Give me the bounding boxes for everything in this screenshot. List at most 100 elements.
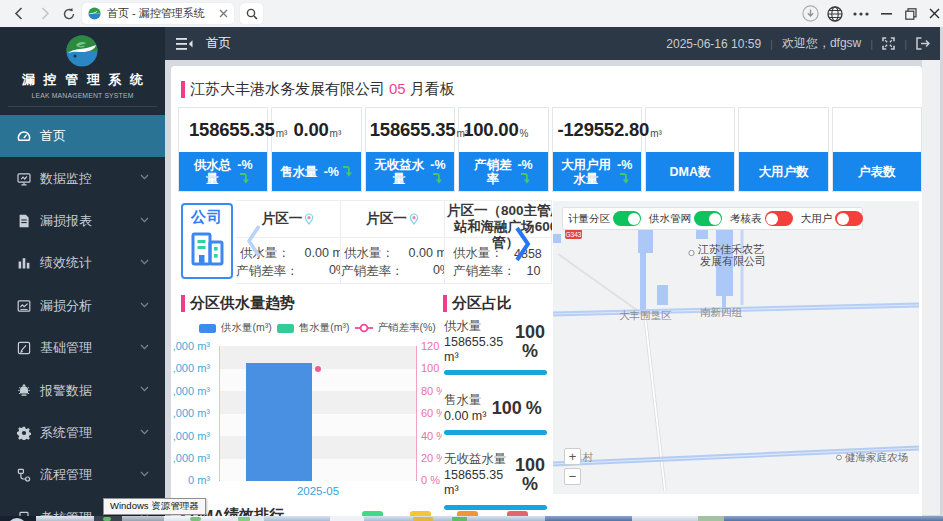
sidebar-item-1[interactable]: 数据监控	[0, 157, 165, 199]
company-selector[interactable]: 公司	[181, 203, 233, 279]
pie-item-3[interactable]: 无收益水量158655.35 m³100%	[444, 451, 547, 498]
legend-chip-sale[interactable]	[277, 324, 294, 333]
kpi-card-1[interactable]: 158655.35m³供水总 量-%	[178, 107, 268, 192]
pie-item-1[interactable]: 供水量158655.35 m³100%	[444, 318, 547, 365]
sidebar-item-4[interactable]: 漏损分析	[0, 285, 165, 327]
restore-icon[interactable]	[903, 0, 919, 27]
sidebar-item-3[interactable]: 绩效统计	[0, 242, 165, 284]
taskbar-button[interactable]	[330, 516, 364, 521]
pie-item-label: 供水量	[444, 318, 513, 335]
kpi-card-2[interactable]: 0.00m³售水量-%	[271, 107, 361, 192]
carousel-next-icon[interactable]	[514, 226, 531, 262]
pie-item-left: 售水量0.00 m³	[444, 392, 486, 424]
more-icon[interactable]	[851, 0, 871, 27]
sidebar-item-label: 绩效统计	[40, 254, 92, 272]
tab-home[interactable]: 首页	[206, 35, 231, 52]
sidebar-item-7[interactable]: 系统管理	[0, 412, 165, 454]
toggle-switch-off[interactable]	[835, 211, 863, 226]
sidebar-item-5[interactable]: 基础管理	[0, 327, 165, 369]
kpi-number: 100.00	[463, 119, 518, 141]
favicon	[88, 7, 101, 20]
layer-toggle-2: 供水管网	[649, 211, 722, 226]
map-label-area2: 南新四组	[700, 306, 743, 318]
kpi-card-4[interactable]: 100.00%产销差 率-%	[458, 107, 548, 192]
pie-item-percent: 100%	[513, 318, 547, 365]
kpi-card-5[interactable]: -129552.80m³大用户用 水量-%	[552, 107, 642, 192]
legend-label[interactable]: 供水量(m³)	[221, 321, 272, 335]
chevron-down-icon	[140, 259, 149, 265]
logout-icon[interactable]	[916, 37, 930, 50]
kpi-card-3[interactable]: 158655.35m³无收益水 量-%	[365, 107, 455, 192]
building-icon	[189, 228, 225, 268]
legend-label[interactable]: 售水量(m³)	[299, 321, 350, 335]
kpi-card-6[interactable]: DMA数	[645, 107, 735, 192]
region-panel-2[interactable]: 片区一 供水量：0.00 m³ 产销差率：0%	[340, 201, 444, 284]
zoom-in-button[interactable]: +	[564, 448, 581, 465]
browser-tab[interactable]: 首页 - 漏控管理系统	[82, 3, 234, 24]
fullscreen-icon[interactable]	[882, 37, 895, 50]
sidebar-item-8[interactable]: 流程管理	[0, 454, 165, 496]
map-pin-icon	[304, 213, 314, 225]
map-canvas: G343 江苏佳禾农艺 发展有限公司 大丰围垦区 南新四组 羊村 健海家庭农场	[553, 201, 919, 494]
toggle-switch-off[interactable]	[765, 211, 793, 226]
refresh-icon[interactable]	[60, 0, 78, 27]
toggle-label: 计量分区	[568, 212, 610, 226]
download-icon[interactable]	[801, 0, 819, 27]
switch-knob	[837, 213, 849, 225]
carousel-prev-icon[interactable]	[246, 224, 261, 258]
search-button[interactable]	[240, 3, 263, 24]
legend-line-marker[interactable]	[355, 323, 373, 333]
kpi-label: 售水量-%	[272, 152, 360, 191]
kpi-label: 大用户数	[739, 152, 827, 191]
pie-item-label: 售水量	[444, 392, 486, 409]
pie-item-value: 0.00 m³	[444, 409, 486, 424]
map-layer-toggles: 计量分区供水管网考核表大用户	[562, 207, 863, 230]
map[interactable]: G343 江苏佳禾农艺 发展有限公司 大丰围垦区 南新四组 羊村 健海家庭农场 …	[553, 201, 919, 494]
kpi-value: 100.00%	[459, 108, 547, 152]
edit-icon	[17, 341, 31, 355]
minimize-icon[interactable]	[878, 0, 894, 27]
windows-taskbar[interactable]	[0, 516, 943, 521]
taskbar-right-area[interactable]	[545, 516, 943, 521]
taskbar-icon	[103, 517, 111, 521]
taskbar-button[interactable]	[36, 516, 94, 521]
kpi-label-text: DMA数	[670, 165, 711, 179]
back-icon[interactable]	[10, 0, 26, 27]
pie-item-2[interactable]: 售水量0.00 m³100%	[444, 392, 547, 424]
zoom-out-button[interactable]: −	[564, 468, 581, 485]
toggle-switch-on[interactable]	[613, 211, 641, 226]
sidebar: 漏 控 管 理 系 统 LEAK MANAGEMENT SYSTEM 首页数据监…	[0, 27, 165, 521]
kpi-value: -129552.80m³	[553, 108, 641, 152]
sidebar-item-6[interactable]: 报警数据	[0, 369, 165, 411]
taskbar-icon	[413, 517, 433, 521]
sidebar-item-home[interactable]: 首页	[0, 115, 165, 157]
kpi-unit: %	[520, 128, 529, 139]
legend-label[interactable]: 产销差率(%)	[378, 321, 436, 335]
welcome-user[interactable]: 欢迎您，dfgsw	[782, 35, 861, 52]
globe-icon[interactable]	[826, 0, 844, 27]
scrollbar-track[interactable]	[922, 60, 940, 515]
kpi-value	[646, 108, 734, 152]
kpi-card-7[interactable]: 大用户数	[738, 107, 828, 192]
taskbar-button[interactable]	[122, 516, 164, 521]
kpi-label: 大用户用 水量-%	[553, 152, 641, 191]
supply-bar[interactable]	[246, 363, 312, 481]
y-left-label: 120,000 m³	[173, 385, 211, 398]
region-panel-3[interactable]: 片区一（800主管压站和海融广场600管） 供水量：4858 产销差率：10	[444, 201, 552, 284]
taskbar-button[interactable]	[698, 516, 724, 521]
taskbar-button[interactable]	[632, 516, 698, 521]
kpi-delta: -%	[617, 159, 632, 185]
sidebar-item-2[interactable]: 漏损报表	[0, 200, 165, 242]
collapse-sidebar-icon[interactable]	[176, 37, 193, 51]
close-window-icon[interactable]	[926, 0, 942, 27]
kpi-card-8[interactable]: 户表数	[832, 107, 922, 192]
legend-chip-supply[interactable]	[199, 324, 216, 333]
toggle-switch-on[interactable]	[694, 211, 722, 226]
chevron-down-icon	[140, 217, 149, 223]
company-label: 公司	[183, 208, 231, 227]
forward-icon[interactable]	[37, 0, 53, 27]
y-left-label: 150,000 m³	[173, 362, 211, 375]
ratio-point[interactable]	[315, 366, 321, 372]
kpi-number: 158655.35	[370, 119, 456, 141]
close-tab-icon[interactable]	[219, 9, 228, 18]
